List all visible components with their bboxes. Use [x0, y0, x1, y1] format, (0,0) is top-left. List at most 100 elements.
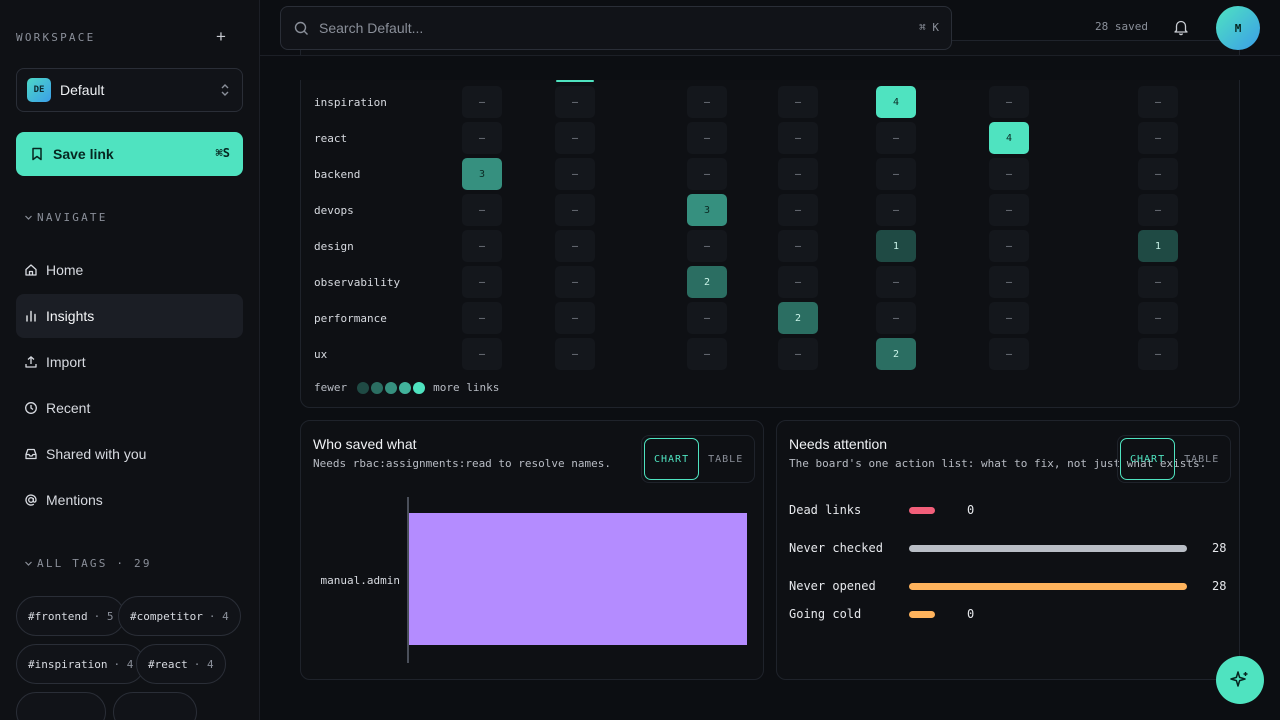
- heatmap-cell[interactable]: –: [1138, 194, 1178, 226]
- heatmap-cell[interactable]: –: [989, 158, 1029, 190]
- attention-bar[interactable]: [909, 583, 1187, 590]
- view-toggle: CHART TABLE: [1117, 435, 1232, 483]
- heatmap-cell[interactable]: –: [1138, 302, 1178, 334]
- heatmap-cell[interactable]: –: [555, 230, 595, 262]
- heatmap-cell[interactable]: 2: [778, 302, 818, 334]
- heatmap-cell[interactable]: –: [687, 230, 727, 262]
- heatmap-cell[interactable]: –: [555, 194, 595, 226]
- heatmap-cell[interactable]: –: [876, 302, 916, 334]
- heatmap-cell[interactable]: –: [555, 86, 595, 118]
- navigate-section-toggle[interactable]: NAVIGATE: [24, 211, 108, 224]
- ai-assistant-button[interactable]: [1216, 656, 1264, 704]
- heatmap-cell[interactable]: –: [778, 230, 818, 262]
- heatmap-cell[interactable]: –: [555, 302, 595, 334]
- header-divider: [260, 55, 1280, 56]
- heatmap-cell[interactable]: –: [989, 230, 1029, 262]
- inbox-icon: [25, 448, 37, 460]
- table-view-button[interactable]: TABLE: [1175, 438, 1228, 480]
- heatmap-cell[interactable]: –: [778, 86, 818, 118]
- heatmap-cell[interactable]: –: [462, 266, 502, 298]
- search-bar[interactable]: ⌘ K: [280, 6, 952, 50]
- heatmap-cell[interactable]: –: [555, 158, 595, 190]
- heatmap-cell[interactable]: 2: [687, 266, 727, 298]
- tag-name: #react: [148, 657, 188, 671]
- heatmap-cell[interactable]: –: [687, 158, 727, 190]
- heatmap-cell[interactable]: –: [778, 266, 818, 298]
- heatmap-cell[interactable]: –: [555, 338, 595, 370]
- heatmap-cell[interactable]: –: [462, 230, 502, 262]
- tag-chip-partial[interactable]: [113, 692, 197, 720]
- search-input[interactable]: [319, 20, 879, 36]
- workspace-switcher[interactable]: DE Default: [16, 68, 243, 112]
- tag-chip[interactable]: #frontend · 5: [16, 596, 126, 636]
- heatmap-row-label: backend: [314, 168, 361, 181]
- heatmap-cell[interactable]: –: [1138, 338, 1178, 370]
- tag-chip-partial[interactable]: [16, 692, 106, 720]
- heatmap-cell[interactable]: –: [989, 86, 1029, 118]
- heatmap-cell[interactable]: –: [778, 194, 818, 226]
- heatmap-cell[interactable]: –: [687, 122, 727, 154]
- attention-bar[interactable]: [909, 545, 1187, 552]
- heatmap-cell[interactable]: –: [1138, 122, 1178, 154]
- chart-view-button[interactable]: CHART: [644, 438, 700, 480]
- nav-recent[interactable]: Recent: [16, 386, 243, 430]
- heatmap-cell[interactable]: –: [462, 302, 502, 334]
- heatmap-cell[interactable]: –: [876, 266, 916, 298]
- nav-home[interactable]: Home: [16, 248, 243, 292]
- tag-chip[interactable]: #inspiration · 4: [16, 644, 146, 684]
- heatmap-cell[interactable]: –: [555, 266, 595, 298]
- heatmap-cell[interactable]: –: [989, 266, 1029, 298]
- heatmap-cell[interactable]: 4: [876, 86, 916, 118]
- heatmap-cell[interactable]: 2: [876, 338, 916, 370]
- heatmap-cell[interactable]: 4: [989, 122, 1029, 154]
- save-link-button[interactable]: Save link ⌘S: [16, 132, 243, 176]
- nav-import[interactable]: Import: [16, 340, 243, 384]
- bell-icon[interactable]: [1172, 18, 1190, 36]
- heatmap-cell[interactable]: –: [876, 194, 916, 226]
- nav-insights[interactable]: Insights: [16, 294, 243, 338]
- legend-low-label: fewer: [314, 381, 348, 394]
- heatmap-cell[interactable]: 1: [876, 230, 916, 262]
- heatmap-cell[interactable]: –: [1138, 86, 1178, 118]
- heatmap-cell[interactable]: –: [778, 158, 818, 190]
- heatmap-cell[interactable]: –: [687, 338, 727, 370]
- search-icon: [294, 21, 308, 35]
- heatmap-cell[interactable]: 3: [687, 194, 727, 226]
- heatmap-cell[interactable]: –: [989, 194, 1029, 226]
- save-link-label: Save link: [53, 146, 114, 162]
- heatmap-cell[interactable]: 1: [1138, 230, 1178, 262]
- attention-value: 0: [967, 607, 975, 621]
- heatmap-cell[interactable]: 3: [462, 158, 502, 190]
- tags-section-toggle[interactable]: ALL TAGS · 29: [24, 557, 152, 570]
- heatmap-cell[interactable]: –: [989, 338, 1029, 370]
- heatmap-cell[interactable]: –: [687, 302, 727, 334]
- tag-chip[interactable]: #competitor · 4: [118, 596, 241, 636]
- heatmap-cell[interactable]: –: [1138, 266, 1178, 298]
- heatmap-cell[interactable]: –: [876, 122, 916, 154]
- attention-bar[interactable]: [909, 507, 935, 514]
- nav-mentions[interactable]: Mentions: [16, 478, 243, 522]
- heatmap-cell[interactable]: –: [876, 158, 916, 190]
- heatmap-cell[interactable]: –: [778, 122, 818, 154]
- heatmap-cell[interactable]: –: [1138, 158, 1178, 190]
- attention-label: Going cold: [789, 607, 862, 621]
- heatmap-cell[interactable]: –: [989, 302, 1029, 334]
- card-title: Who saved what: [313, 436, 417, 452]
- user-avatar[interactable]: M: [1216, 6, 1260, 50]
- table-view-button[interactable]: TABLE: [699, 438, 752, 480]
- who-saved-chart: manual.admin: [321, 497, 747, 663]
- nav-shared[interactable]: Shared with you: [16, 432, 243, 476]
- heatmap-cell[interactable]: –: [462, 194, 502, 226]
- heatmap-cell[interactable]: –: [462, 86, 502, 118]
- chart-view-button[interactable]: CHART: [1120, 438, 1176, 480]
- heatmap-cell[interactable]: –: [462, 122, 502, 154]
- attention-label: Dead links: [789, 503, 862, 517]
- heatmap-cell[interactable]: –: [555, 122, 595, 154]
- heatmap-cell[interactable]: –: [687, 86, 727, 118]
- add-workspace-button[interactable]: +: [213, 28, 229, 46]
- bar-manual.admin[interactable]: [409, 513, 747, 645]
- tag-chip[interactable]: #react · 4: [136, 644, 226, 684]
- heatmap-cell[interactable]: –: [778, 338, 818, 370]
- attention-bar[interactable]: [909, 611, 935, 618]
- heatmap-cell[interactable]: –: [462, 338, 502, 370]
